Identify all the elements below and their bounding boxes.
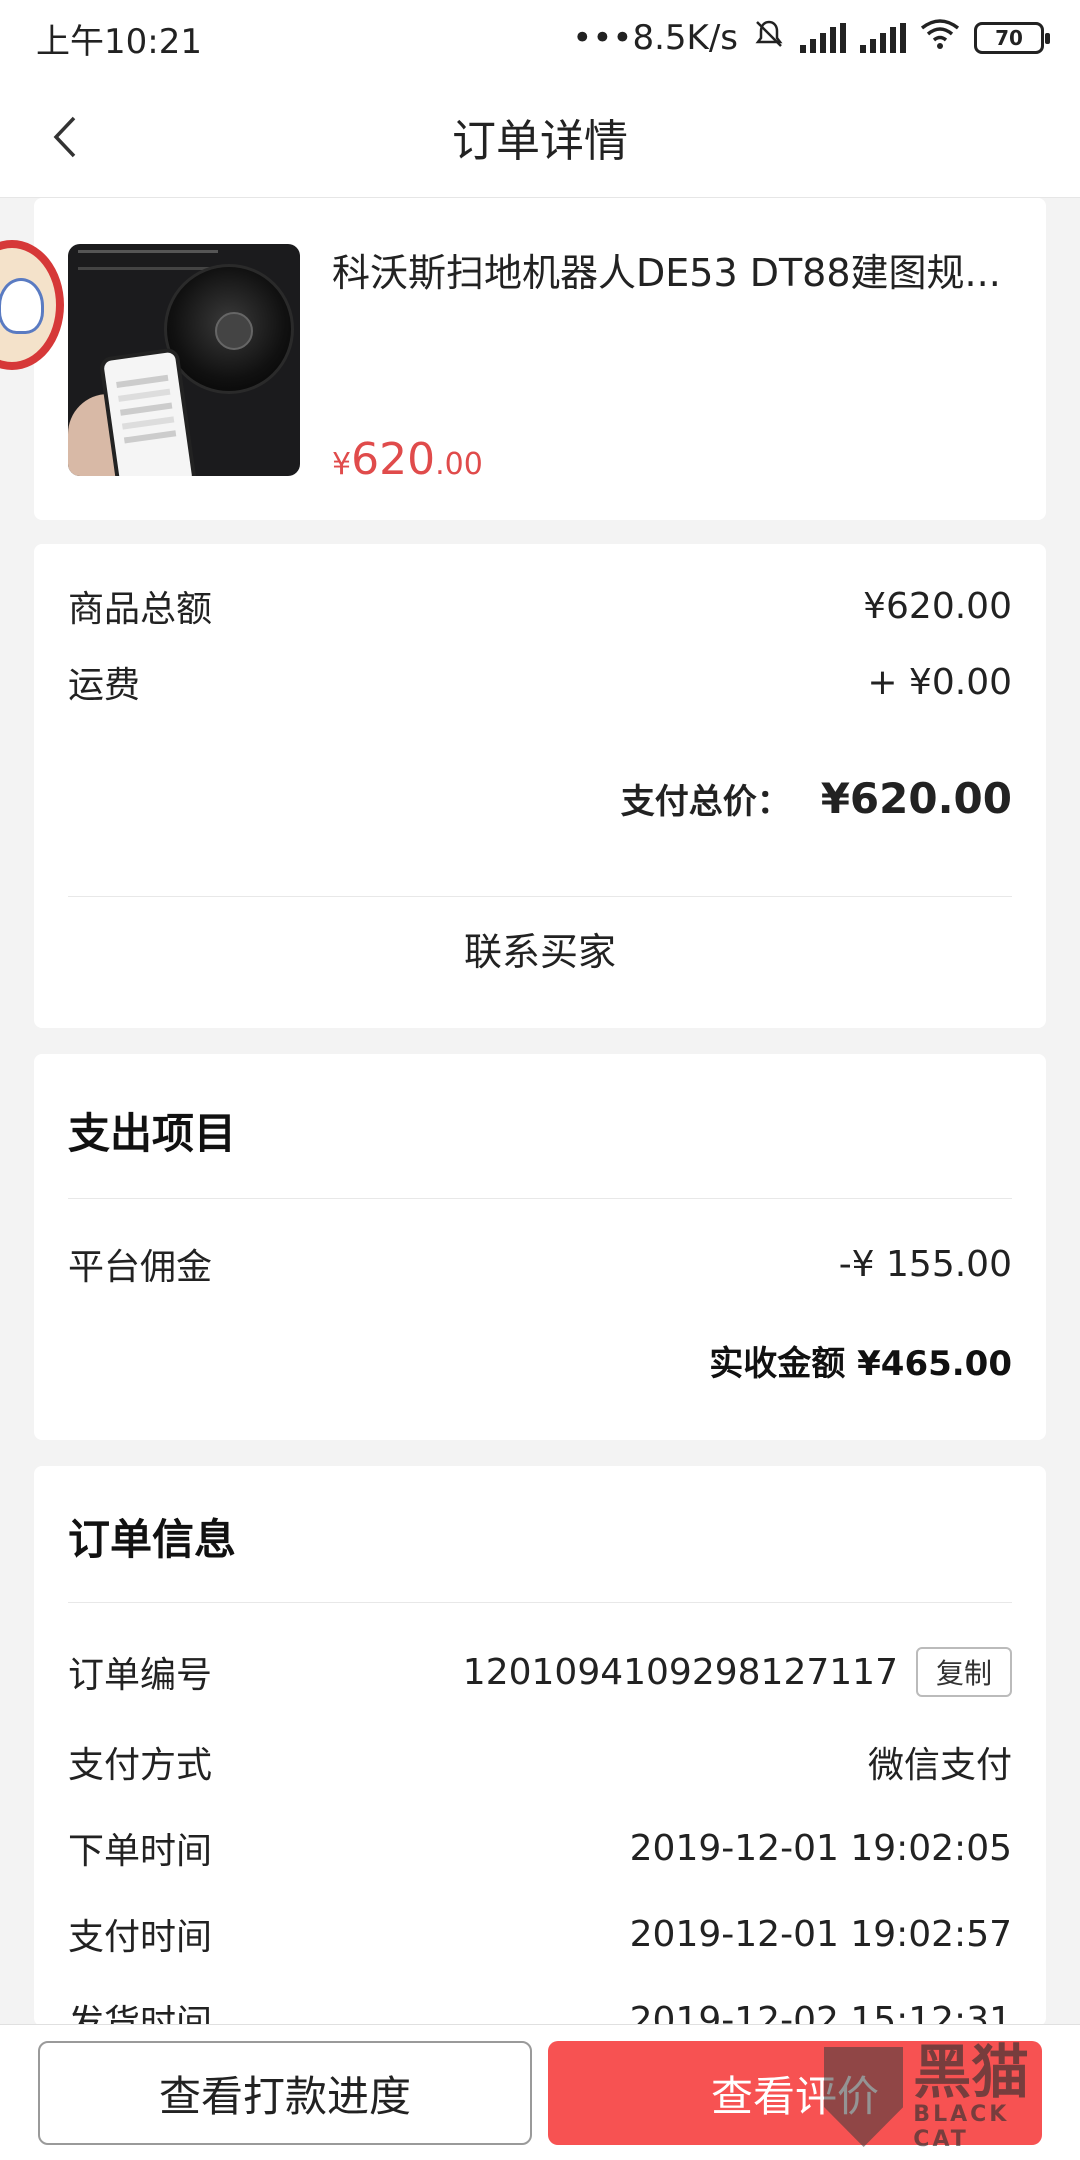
bottom-action-bar: 查看打款进度 查看评价 xyxy=(0,2024,1080,2160)
pay-total: 支付总价： ¥620.00 xyxy=(621,774,1012,823)
mute-icon xyxy=(752,17,786,60)
top-nav-bar: 订单详情 xyxy=(0,76,1080,198)
product-name[interactable]: 科沃斯扫地机器人DE53 DT88建图规... xyxy=(332,242,1022,297)
order-info-card: 订单信息 订单编号 1201094109298127117 复制 支付方式 微信… xyxy=(34,1466,1046,2044)
pay-total-label: 支付总价： xyxy=(620,782,791,822)
copy-button[interactable]: 复制 xyxy=(915,1647,1012,1697)
product-card[interactable]: 科沃斯扫地机器人DE53 DT88建图规... ¥ 620 .00 xyxy=(34,198,1046,520)
commission-value: -¥ 155.00 xyxy=(838,1243,1012,1285)
robot-vacuum-image xyxy=(164,264,294,394)
price-decimal: .00 xyxy=(435,447,483,482)
status-bar: 上午10:21 •••8.5K/s 70 xyxy=(0,0,1080,76)
shipping-value: + ¥0.00 xyxy=(867,661,1012,703)
divider xyxy=(68,896,1012,897)
expense-title: 支出项目 xyxy=(68,1109,237,1158)
divider xyxy=(68,1198,1012,1199)
back-button[interactable] xyxy=(40,112,90,162)
order-number-value: 1201094109298127117 xyxy=(462,1651,898,1693)
net-income: 实收金额 ¥465.00 xyxy=(709,1344,1012,1384)
price-integer: 620 xyxy=(351,434,436,485)
pay-method-row: 支付方式 微信支付 xyxy=(68,1736,1012,1788)
order-number-row: 订单编号 1201094109298127117 复制 xyxy=(68,1646,1012,1698)
page-title: 订单详情 xyxy=(452,115,628,167)
signal-icon xyxy=(860,23,906,53)
expense-card: 支出项目 平台佣金 -¥ 155.00 实收金额 ¥465.00 xyxy=(34,1054,1046,1440)
commission-label: 平台佣金 xyxy=(68,1247,213,1288)
goods-total-value: ¥620.00 xyxy=(863,585,1012,627)
order-time-value: 2019-12-01 19:02:05 xyxy=(629,1827,1012,1869)
status-time: 上午10:21 xyxy=(36,21,202,62)
product-price: ¥ 620 .00 xyxy=(332,434,483,485)
commission-row: 平台佣金 -¥ 155.00 xyxy=(68,1238,1012,1290)
pay-time-row: 支付时间 2019-12-01 19:02:57 xyxy=(68,1908,1012,1960)
goods-total-row: 商品总额 ¥620.00 xyxy=(68,580,1012,632)
chevron-left-icon xyxy=(53,116,76,158)
pay-total-value: ¥620.00 xyxy=(820,774,1012,823)
product-thumbnail[interactable] xyxy=(68,244,300,476)
price-symbol: ¥ xyxy=(332,447,352,482)
divider xyxy=(68,1602,1012,1603)
shipping-label: 运费 xyxy=(68,665,141,706)
order-time-label: 下单时间 xyxy=(68,1831,213,1872)
order-info-title: 订单信息 xyxy=(68,1515,237,1564)
status-icons: •••8.5K/s 70 xyxy=(572,17,1050,60)
battery-icon: 70 xyxy=(974,22,1050,54)
shipping-row: 运费 + ¥0.00 xyxy=(68,656,1012,708)
wifi-icon xyxy=(920,18,960,59)
view-payment-progress-button[interactable]: 查看打款进度 xyxy=(38,2041,532,2145)
order-number-value-wrap: 1201094109298127117 复制 xyxy=(463,1647,1012,1697)
network-speed: •••8.5K/s xyxy=(572,18,738,58)
order-time-row: 下单时间 2019-12-01 19:02:05 xyxy=(68,1822,1012,1874)
goods-total-label: 商品总额 xyxy=(68,589,213,630)
thumbnail-caption-lines xyxy=(78,250,218,270)
signal-icon xyxy=(800,23,846,53)
order-number-label: 订单编号 xyxy=(68,1655,213,1696)
contact-buyer-button[interactable]: 联系买家 xyxy=(34,898,1046,998)
price-summary-card: 商品总额 ¥620.00 运费 + ¥0.00 支付总价： ¥620.00 联系… xyxy=(34,544,1046,1028)
view-review-button[interactable]: 查看评价 xyxy=(548,2041,1042,2145)
pay-time-value: 2019-12-01 19:02:57 xyxy=(629,1913,1012,1955)
pay-method-label: 支付方式 xyxy=(68,1745,213,1786)
pay-time-label: 支付时间 xyxy=(68,1917,213,1958)
pay-method-value: 微信支付 xyxy=(867,1745,1012,1786)
